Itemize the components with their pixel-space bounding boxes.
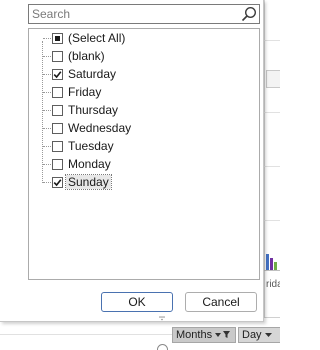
sheet-gridline bbox=[264, 112, 280, 113]
tree-connector bbox=[43, 74, 51, 75]
pivot-field-day-button[interactable]: Day bbox=[238, 327, 280, 343]
indeterminate-mark-icon bbox=[55, 36, 60, 41]
worksheet-background bbox=[264, 0, 280, 350]
filter-item-label: Friday bbox=[68, 85, 102, 99]
chart-category-label: rida bbox=[266, 279, 280, 290]
resize-grip-icon[interactable] bbox=[159, 316, 165, 321]
thursday-checkbox[interactable] bbox=[52, 105, 63, 116]
filter-item-label: Thursday bbox=[68, 103, 119, 117]
blank-checkbox[interactable] bbox=[52, 51, 63, 62]
chart-bar bbox=[266, 254, 269, 270]
filter-item-select-all[interactable]: (Select All) bbox=[29, 29, 259, 47]
cancel-button[interactable]: Cancel bbox=[185, 292, 257, 312]
chart-bar bbox=[270, 258, 273, 270]
tree-connector bbox=[43, 110, 51, 111]
filter-item-label: (Select All) bbox=[68, 31, 126, 45]
search-icon[interactable] bbox=[241, 6, 257, 22]
pivot-field-months-button[interactable]: Months bbox=[172, 327, 236, 343]
search-box bbox=[28, 4, 260, 24]
sheet-gridline bbox=[264, 220, 280, 221]
filter-item-list[interactable]: (Select All) (blank) Saturday Friday Thu… bbox=[28, 28, 260, 280]
sunday-checkbox[interactable] bbox=[52, 177, 63, 188]
filter-item-wednesday[interactable]: Wednesday bbox=[29, 119, 259, 137]
checkmark-icon bbox=[53, 179, 62, 187]
sheet-gridline bbox=[0, 334, 175, 335]
tree-connector bbox=[43, 56, 51, 57]
filter-dropdown-panel: (Select All) (blank) Saturday Fri bbox=[0, 0, 264, 322]
connector-handle bbox=[157, 344, 168, 350]
filter-item-label: Monday bbox=[68, 157, 111, 171]
filter-item-tuesday[interactable]: Tuesday bbox=[29, 137, 259, 155]
filter-item-blank[interactable]: (blank) bbox=[29, 47, 259, 65]
tree-connector bbox=[43, 128, 51, 129]
tree-connector bbox=[43, 92, 51, 93]
tree-connector bbox=[43, 182, 51, 183]
filter-item-thursday[interactable]: Thursday bbox=[29, 101, 259, 119]
tree-connector bbox=[43, 38, 51, 39]
tree-connector bbox=[43, 164, 51, 165]
chart-axis bbox=[264, 270, 280, 271]
chart-bar bbox=[274, 262, 277, 270]
wednesday-checkbox[interactable] bbox=[52, 123, 63, 134]
friday-checkbox[interactable] bbox=[52, 87, 63, 98]
filter-item-label: (blank) bbox=[68, 49, 105, 63]
select-all-checkbox[interactable] bbox=[52, 33, 63, 44]
tree-connector bbox=[43, 146, 51, 147]
ok-button[interactable]: OK bbox=[101, 292, 173, 312]
monday-checkbox[interactable] bbox=[52, 159, 63, 170]
filter-item-label: Wednesday bbox=[68, 121, 132, 135]
filter-item-sunday[interactable]: Sunday bbox=[29, 173, 259, 191]
pivot-field-label: Months bbox=[176, 329, 213, 341]
sheet-gridline bbox=[264, 40, 280, 41]
filter-item-friday[interactable]: Friday bbox=[29, 83, 259, 101]
filter-item-monday[interactable]: Monday bbox=[29, 155, 259, 173]
dropdown-arrow-icon bbox=[264, 331, 273, 340]
sheet-gridline bbox=[264, 166, 280, 167]
checkmark-icon bbox=[53, 71, 62, 79]
search-input[interactable] bbox=[29, 5, 238, 23]
column-header[interactable] bbox=[266, 70, 280, 88]
filter-item-label: Tuesday bbox=[68, 139, 114, 153]
excel-window: rida Months Day Search (Select All) (bla… bbox=[0, 0, 280, 350]
filter-active-icon bbox=[215, 330, 231, 341]
saturday-checkbox[interactable] bbox=[52, 69, 63, 80]
filter-item-label: Saturday bbox=[68, 67, 117, 81]
filter-item-saturday[interactable]: Saturday bbox=[29, 65, 259, 83]
pivot-field-label: Day bbox=[242, 329, 262, 341]
tuesday-checkbox[interactable] bbox=[52, 141, 63, 152]
filter-item-label: Sunday bbox=[65, 174, 112, 190]
